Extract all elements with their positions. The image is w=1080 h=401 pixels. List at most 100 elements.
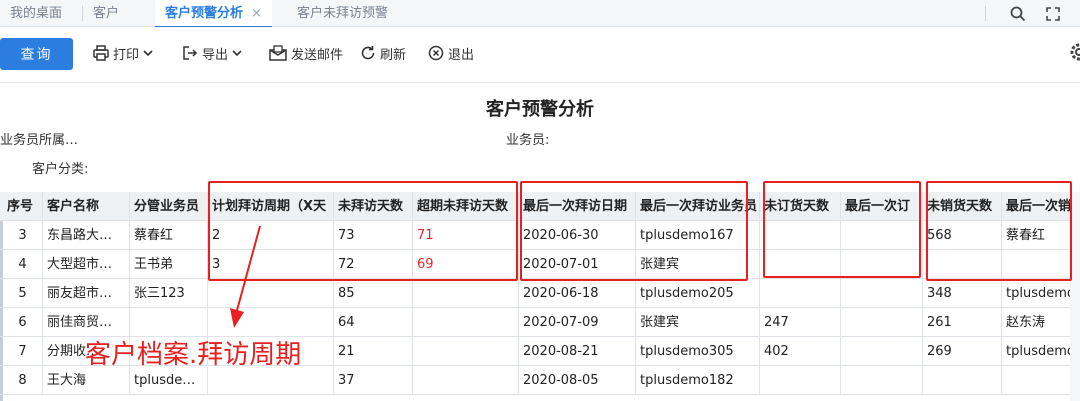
table-cell[interactable]: 2020-07-09 [519,308,636,337]
send-mail-button[interactable]: 发送邮件 [269,42,343,64]
column-header[interactable]: 最后一次销 [1002,192,1070,221]
table-cell[interactable]: 大型超市… [43,250,130,279]
table-cell[interactable] [413,279,519,308]
table-cell[interactable]: tplusdemo [1002,279,1070,308]
table-cell[interactable] [760,250,841,279]
table-cell[interactable]: 王书弟 [130,250,208,279]
table-cell[interactable]: 269 [923,337,1002,366]
export-label: 导出 [202,47,229,63]
table-row[interactable]: 6 丽佳商贸… 64 2020-07-09 张建宾 247 261 赵东涛 [0,308,1070,337]
table-cell[interactable]: 蔡春红 [130,221,208,250]
table-cell[interactable]: 张三123 [130,279,208,308]
column-header[interactable]: 分管业务员 [130,192,208,221]
table-cell[interactable]: 8 [3,366,43,395]
table-cell[interactable]: 3 [3,221,43,250]
table-cell[interactable]: 7 [3,337,43,366]
table-cell[interactable]: tplusdemo [1002,337,1070,366]
table-row[interactable]: 4 大型超市… 王书弟 3 72 69 2020-07-01 张建宾 [0,250,1070,279]
column-header[interactable]: 最后一次订 [841,192,923,221]
table-cell[interactable] [841,308,923,337]
table-cell[interactable]: 71 [413,221,519,250]
table-cell[interactable]: 2020-08-05 [519,366,636,395]
export-button[interactable]: 导出 [182,42,242,64]
tab-my-desktop[interactable]: 我的桌面 [0,0,72,27]
table-cell[interactable]: tplusdemo167 [636,221,760,250]
table-cell[interactable]: 21 [334,337,413,366]
table-cell[interactable]: 6 [3,308,43,337]
table-cell[interactable]: tplusdemo205 [636,279,760,308]
table-cell[interactable]: 蔡春红 [1002,221,1070,250]
column-header[interactable]: 未销货天数 [923,192,1002,221]
vertical-scrollbar[interactable] [1070,192,1080,401]
table-cell[interactable]: 丽友超市… [43,279,130,308]
table-cell[interactable]: 85 [334,279,413,308]
tab-customer-unvisited-warning[interactable]: 客户未拜访预警 [287,0,398,27]
table-cell[interactable]: 东昌路大… [43,221,130,250]
table-cell[interactable]: 赵东涛 [1002,308,1070,337]
table-cell[interactable]: 261 [923,308,1002,337]
exit-label: 退出 [448,47,475,63]
table-cell[interactable] [841,279,923,308]
fullscreen-icon[interactable] [1038,0,1068,27]
table-cell[interactable]: 2020-07-01 [519,250,636,279]
table-cell[interactable] [841,337,923,366]
table-cell[interactable]: 4 [3,250,43,279]
table-row[interactable]: 3 东昌路大… 蔡春红 2 73 71 2020-06-30 tplusdemo167 568 蔡… [0,221,1070,250]
table-cell[interactable]: 64 [334,308,413,337]
column-header[interactable]: 客户名称 [43,192,130,221]
table-cell[interactable]: 37 [334,366,413,395]
table-cell[interactable]: 69 [413,250,519,279]
table-cell[interactable] [413,337,519,366]
table-cell[interactable] [923,250,1002,279]
tab-customer[interactable]: 客户 [83,0,129,27]
table-cell[interactable]: 2020-06-18 [519,279,636,308]
table-header-row: 序号 客户名称 分管业务员 计划拜访周期（X天 未拜访天数 超期未拜访天数 最后… [0,192,1070,221]
table-cell[interactable] [841,366,923,395]
table-cell[interactable]: tplusdemo182 [636,366,760,395]
table-cell[interactable]: 丽佳商贸… [43,308,130,337]
exit-button[interactable]: 退出 [428,42,474,64]
table-cell[interactable] [413,308,519,337]
table-row[interactable]: 5 丽友超市… 张三123 85 2020-06-18 tplusdemo205 348 tp… [0,279,1070,308]
table-cell[interactable] [760,279,841,308]
refresh-icon [361,46,375,60]
table-cell[interactable]: 568 [923,221,1002,250]
table-cell[interactable] [841,221,923,250]
table-cell[interactable] [1002,366,1070,395]
column-header[interactable]: 最后一次拜访业务员 [636,192,760,221]
column-header[interactable]: 未拜访天数 [334,192,413,221]
column-header[interactable]: 最后一次拜访日期 [519,192,636,221]
settings-gear-icon[interactable] [1066,41,1080,67]
search-icon[interactable] [1003,0,1033,27]
table-cell[interactable]: 72 [334,250,413,279]
table-cell[interactable]: 张建宾 [636,250,760,279]
table-cell[interactable]: 73 [334,221,413,250]
table-cell[interactable] [841,250,923,279]
table-cell[interactable] [130,308,208,337]
column-header[interactable]: 未订货天数 [760,192,841,221]
refresh-button[interactable]: 刷新 [360,42,406,64]
table-cell[interactable]: tplusdemo305 [636,337,760,366]
table-cell[interactable]: 247 [760,308,841,337]
table-cell[interactable] [413,366,519,395]
table-cell[interactable] [923,366,1002,395]
tab-label: 客户未拜访预警 [297,6,389,21]
column-header[interactable]: 计划拜访周期（X天 [208,192,334,221]
send-mail-label: 发送邮件 [291,47,344,63]
table-cell[interactable]: 2020-06-30 [519,221,636,250]
table-cell[interactable] [760,366,841,395]
table-cell[interactable]: 402 [760,337,841,366]
table-cell[interactable]: 张建宾 [636,308,760,337]
tab-customer-warning-analysis[interactable]: 客户预警分析 × [155,0,272,28]
table-cell[interactable]: 5 [3,279,43,308]
table-cell[interactable] [1002,250,1070,279]
query-button[interactable]: 查询 [0,38,73,70]
filter-customer-category-label: 客户分类: [32,162,89,177]
print-button[interactable]: 打印 [93,42,153,64]
table-cell[interactable] [760,221,841,250]
table-cell[interactable]: 2020-08-21 [519,337,636,366]
close-icon[interactable]: × [251,6,262,21]
table-cell[interactable]: 348 [923,279,1002,308]
column-header[interactable]: 超期未拜访天数 [413,192,519,221]
column-header[interactable]: 序号 [3,192,43,221]
